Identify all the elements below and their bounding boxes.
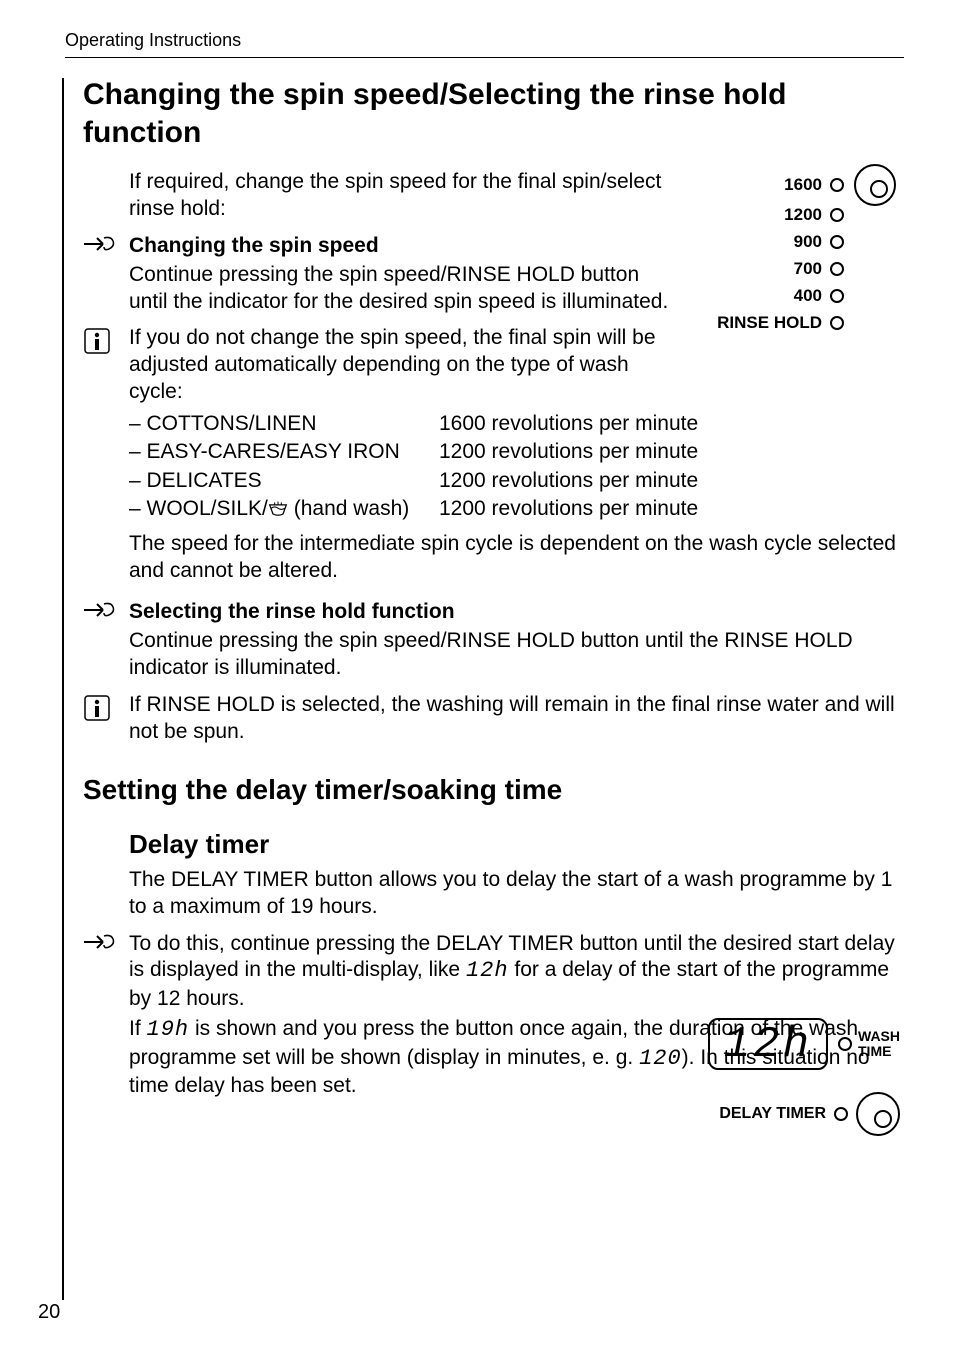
speed-label: 900 xyxy=(794,232,822,252)
header-line: Operating Instructions xyxy=(65,30,904,51)
cycle-name: – DELICATES xyxy=(129,467,439,495)
pointer-icon xyxy=(83,601,115,619)
cycle-rpm: 1200 revolutions per minute xyxy=(439,495,698,523)
speed-label: 1600 xyxy=(784,175,822,195)
section-heading-delay: Setting the delay timer/soaking time xyxy=(83,774,904,806)
cycle-rpm: 1200 revolutions per minute xyxy=(439,467,698,495)
indicator-icon xyxy=(830,316,844,330)
seg-12h-inline: 12h xyxy=(466,958,509,983)
indicator-icon xyxy=(838,1037,852,1051)
indicator-icon xyxy=(830,235,844,249)
delay-timer-button-label: DELAY TIMER xyxy=(719,1105,826,1123)
delay-para1: The DELAY TIMER button allows you to del… xyxy=(129,867,904,921)
page-number: 20 xyxy=(38,1301,60,1324)
speed-label: 1200 xyxy=(784,205,822,225)
pointer-icon xyxy=(83,235,115,253)
rinse-hold-title: Selecting the rinse hold function xyxy=(129,599,904,626)
header-rule xyxy=(65,57,904,58)
delay-timer-panel: 12h WASH TIME DELAY TIMER xyxy=(708,1018,900,1136)
cycle-rpm: 1600 revolutions per minute xyxy=(439,410,698,438)
seg-19h-inline: 19h xyxy=(147,1017,190,1042)
rinse-hold-text: Continue pressing the spin speed/RINSE H… xyxy=(129,628,904,682)
delay-instructions: To do this, continue pressing the DELAY … xyxy=(129,931,904,1013)
frame-left-rule xyxy=(62,78,64,1300)
info-spin-text: If you do not change the spin speed, the… xyxy=(129,325,669,406)
indicator-icon xyxy=(830,289,844,303)
section-heading-spin: Changing the spin speed/Selecting the ri… xyxy=(83,76,904,151)
delay-timer-heading: Delay timer xyxy=(129,828,904,861)
seg-120-inline: 120 xyxy=(639,1046,682,1071)
intro-text: If required, change the spin speed for t… xyxy=(129,169,669,223)
cycle-rpm: 1200 revolutions per minute xyxy=(439,438,698,466)
spin-knob-icon xyxy=(854,164,896,206)
delay-timer-button-icon xyxy=(856,1092,900,1136)
wash-time-label: WASH TIME xyxy=(858,1029,900,1058)
cycle-name: – EASY-CARES/EASY IRON xyxy=(129,438,439,466)
multi-display: 12h xyxy=(708,1018,828,1070)
intermediate-text: The speed for the intermediate spin cycl… xyxy=(129,531,904,585)
cycle-name: – COTTONS/LINEN xyxy=(129,410,439,438)
spin-speed-panel: 1600 1200 900 700 400 RINSE HOLD xyxy=(717,164,896,340)
handwash-icon xyxy=(268,501,288,517)
display-value: 12h xyxy=(724,1023,812,1067)
info-icon xyxy=(83,694,111,722)
indicator-icon xyxy=(830,208,844,222)
indicator-icon xyxy=(834,1107,848,1121)
change-speed-text: Continue pressing the spin speed/RINSE H… xyxy=(129,262,669,316)
indicator-icon xyxy=(830,178,844,192)
rinse-hold-label: RINSE HOLD xyxy=(717,313,822,333)
speed-label: 400 xyxy=(794,286,822,306)
pointer-icon xyxy=(83,933,115,951)
indicator-icon xyxy=(830,262,844,276)
cycle-name-handwash: – WOOL/SILK/ (hand wash) xyxy=(129,495,439,523)
cycle-table: – COTTONS/LINEN – EASY-CARES/EASY IRON –… xyxy=(129,410,904,523)
info-rinse-text: If RINSE HOLD is selected, the washing w… xyxy=(129,692,904,746)
info-icon xyxy=(83,327,111,355)
speed-label: 700 xyxy=(794,259,822,279)
